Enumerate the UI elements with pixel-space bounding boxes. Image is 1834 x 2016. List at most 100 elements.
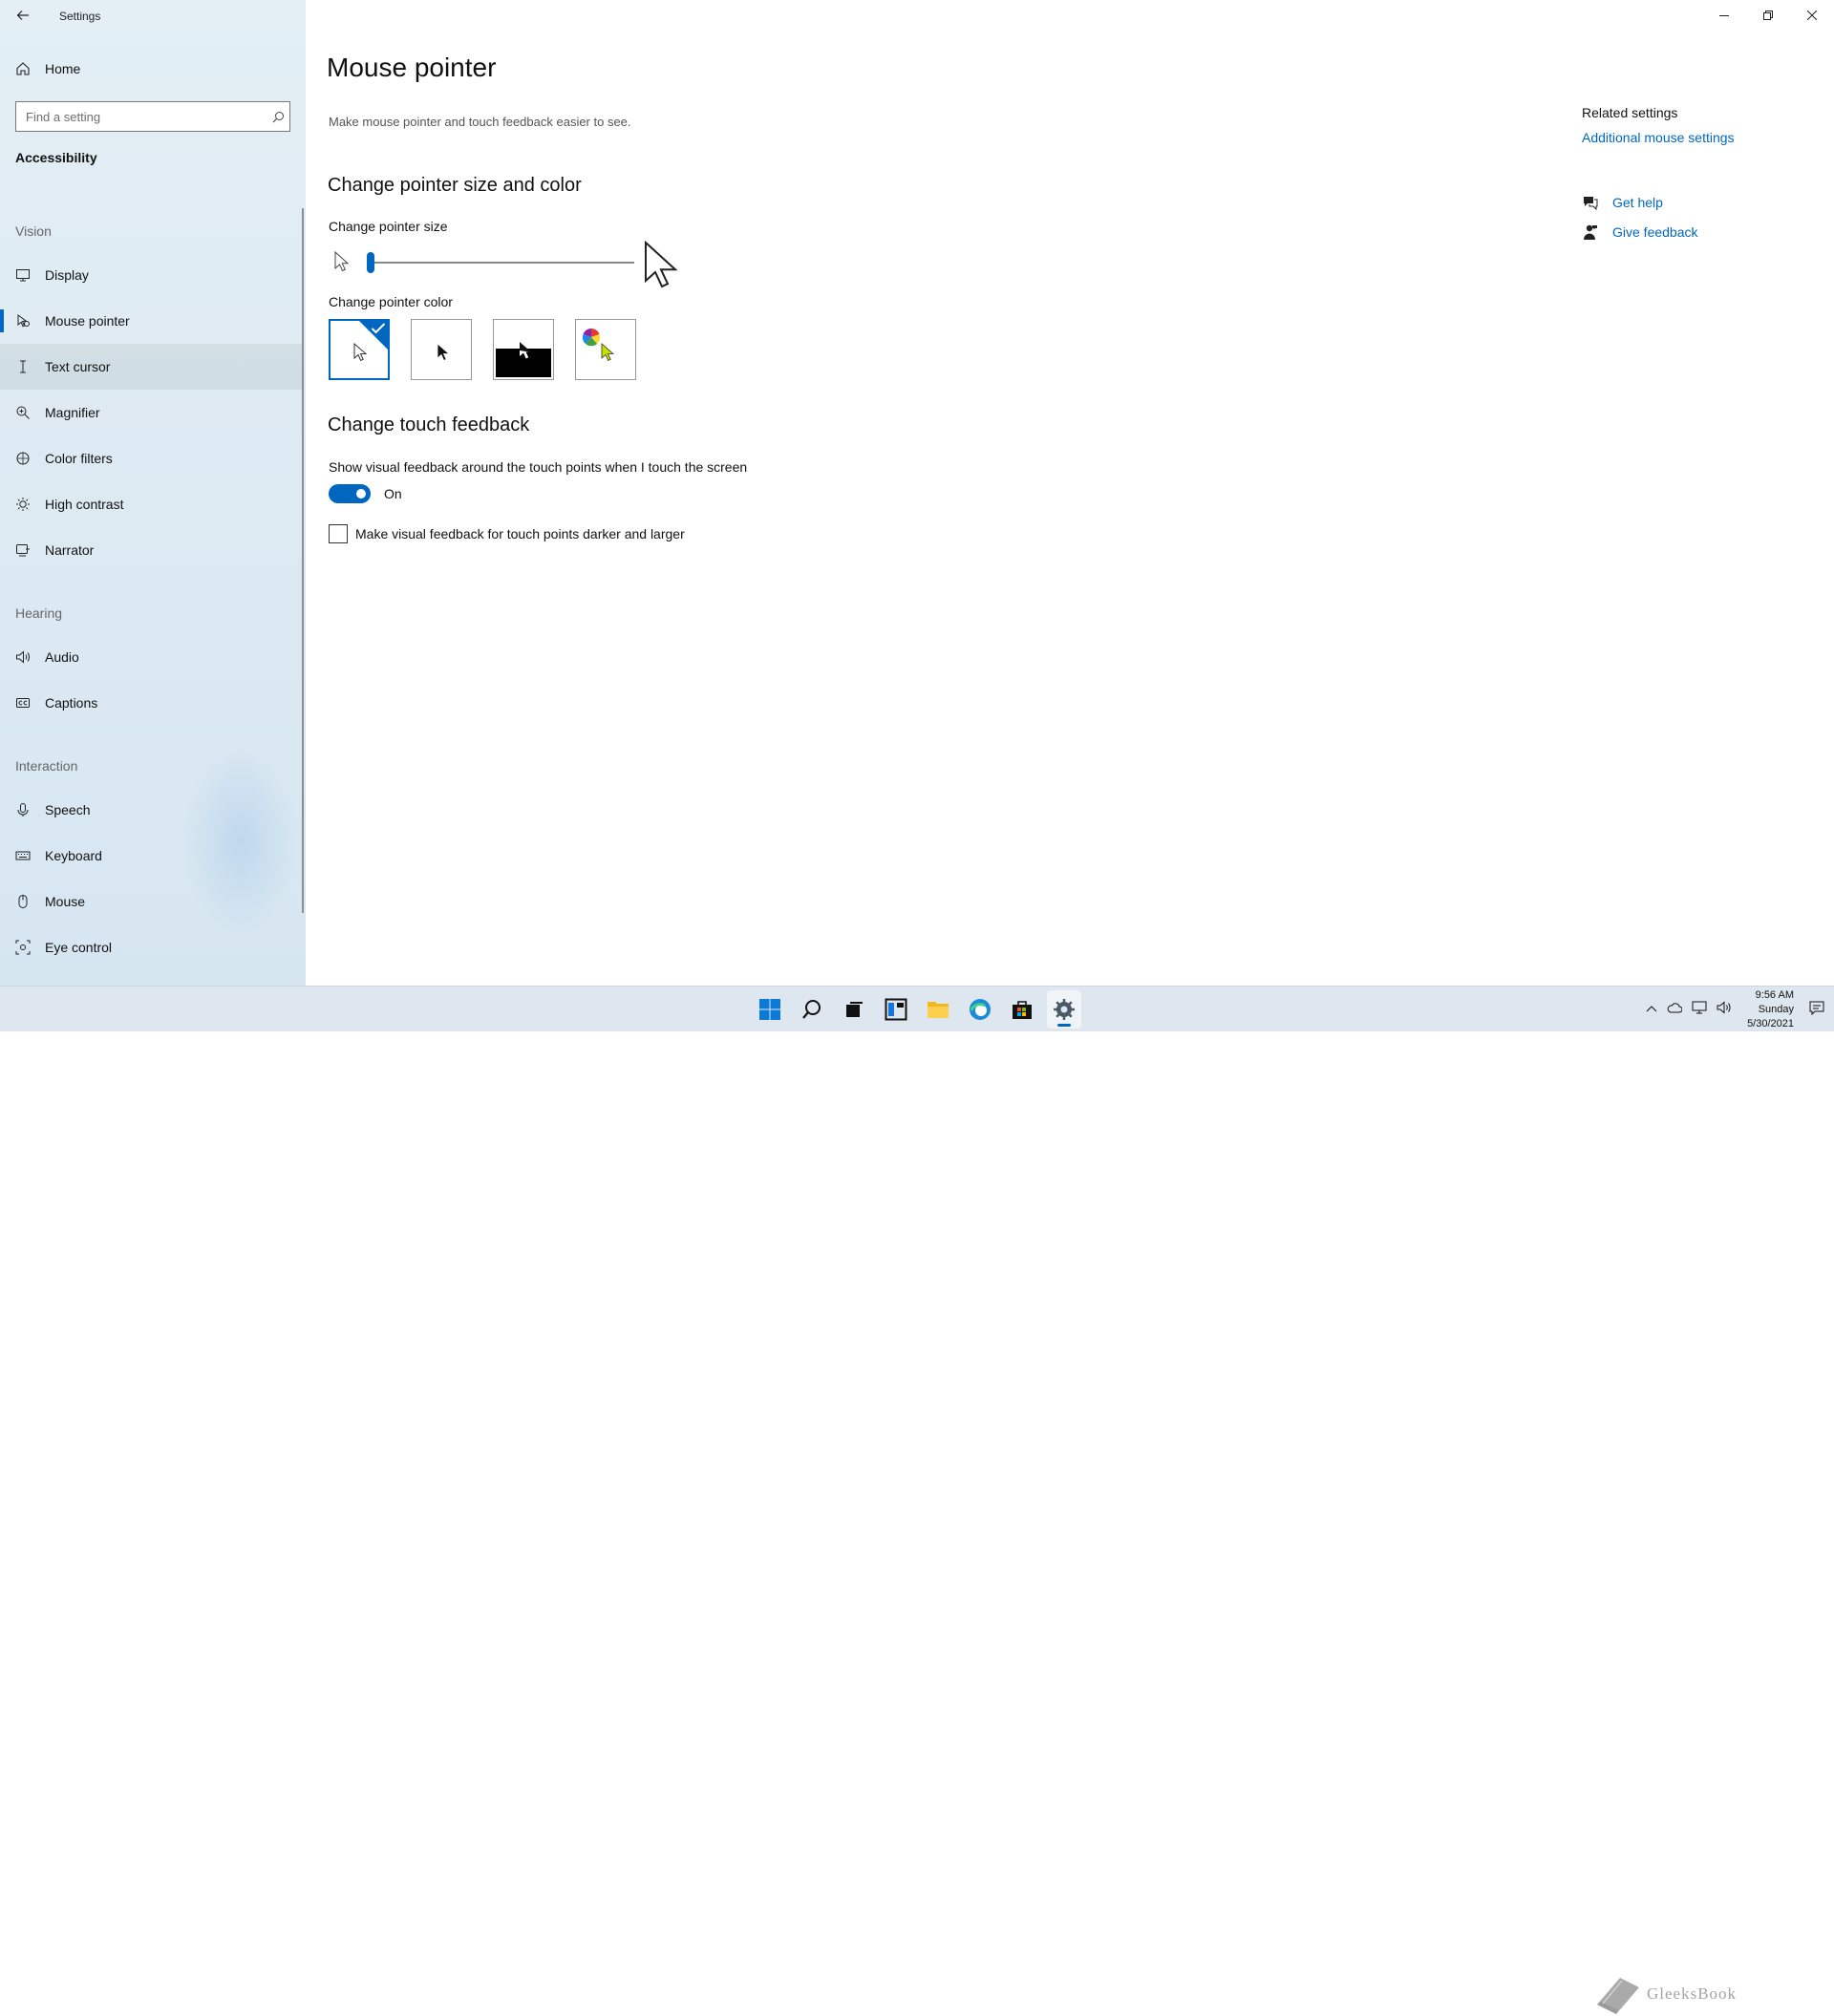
task-view-icon (846, 1002, 863, 1017)
pointer-color-options (329, 319, 636, 380)
file-explorer-button[interactable] (921, 990, 955, 1029)
settings-taskbar-button[interactable] (1047, 990, 1081, 1029)
store-button[interactable] (1005, 990, 1039, 1029)
slider-track[interactable] (367, 262, 634, 264)
close-button[interactable] (1790, 0, 1834, 31)
group-label-hearing: Hearing (15, 605, 63, 621)
widgets-icon (885, 998, 907, 1021)
sidebar-item-eye-control[interactable]: Eye control (0, 924, 304, 970)
windows-logo-icon (759, 999, 780, 1020)
search-icon (802, 1000, 821, 1019)
darker-feedback-row: Make visual feedback for touch points da… (329, 524, 685, 543)
volume-icon[interactable] (1717, 1000, 1732, 1019)
watermark-text: GleeksBook (1647, 1984, 1738, 2003)
task-view-button[interactable] (837, 990, 871, 1029)
book-logo-icon (1597, 1978, 1639, 2014)
pointer-color-label: Change pointer color (329, 294, 453, 309)
taskbar-apps (753, 987, 1081, 1032)
related-settings-title: Related settings (1582, 105, 1678, 120)
edge-button[interactable] (963, 990, 997, 1029)
black-pointer-icon (437, 343, 450, 362)
sidebar-item-label: Color filters (45, 451, 113, 466)
sidebar-item-label: Keyboard (45, 848, 102, 863)
home-icon (15, 61, 31, 76)
pointer-color-black[interactable] (411, 319, 472, 380)
sidebar-item-keyboard[interactable]: Keyboard (0, 833, 304, 879)
sidebar-item-text-cursor[interactable]: Text cursor (0, 344, 304, 390)
restore-button[interactable] (1746, 0, 1790, 31)
sidebar-item-display[interactable]: Display (0, 252, 304, 298)
start-button[interactable] (753, 990, 787, 1029)
sidebar-item-label: Home (45, 61, 81, 76)
taskbar-search-button[interactable] (795, 990, 829, 1029)
folder-icon (928, 1002, 949, 1018)
touch-feedback-toggle[interactable] (329, 484, 371, 503)
sidebar-item-captions[interactable]: Captions (0, 680, 304, 726)
color-wheel-icon (582, 329, 601, 347)
main-content: Mouse pointer Make mouse pointer and tou… (306, 0, 1834, 986)
page-description: Make mouse pointer and touch feedback ea… (329, 115, 631, 129)
keyboard-icon (15, 848, 31, 863)
darker-feedback-checkbox[interactable] (329, 524, 348, 543)
system-tray: 9:56 AM Sunday 5/30/2021 (1646, 987, 1834, 1032)
narrator-icon (15, 542, 31, 558)
sidebar-item-label: Captions (45, 695, 98, 711)
sidebar-item-speech[interactable]: Speech (0, 787, 304, 833)
search-icon[interactable] (267, 111, 289, 123)
mouse-icon (15, 894, 31, 909)
sidebar-item-high-contrast[interactable]: High contrast (0, 481, 304, 527)
pointer-color-inverted[interactable] (493, 319, 554, 380)
store-bag-icon (1013, 1001, 1032, 1019)
sidebar-item-audio[interactable]: Audio (0, 634, 304, 680)
related-settings: Related settings Additional mouse settin… (1582, 105, 1735, 145)
cloud-icon[interactable] (1667, 1001, 1683, 1018)
sidebar-item-mouse-pointer[interactable]: Mouse pointer (0, 298, 304, 344)
touch-feedback-toggle-row: On (329, 484, 402, 503)
close-icon (1807, 11, 1817, 20)
minimize-button[interactable] (1702, 0, 1746, 31)
section-heading-size-color: Change pointer size and color (328, 175, 582, 196)
back-button[interactable] (8, 0, 38, 31)
notification-icon[interactable] (1809, 1000, 1824, 1020)
search-box[interactable] (15, 101, 290, 132)
speaker-icon (15, 649, 31, 665)
pointer-color-white[interactable] (329, 319, 390, 380)
get-help-link[interactable]: Get help (1612, 195, 1663, 210)
restore-icon (1763, 11, 1773, 20)
page-title: Mouse pointer (327, 53, 497, 82)
network-icon[interactable] (1692, 1001, 1707, 1019)
additional-mouse-settings-link[interactable]: Additional mouse settings (1582, 130, 1735, 145)
give-feedback-row[interactable]: Give feedback (1582, 223, 1698, 241)
search-input[interactable] (16, 109, 267, 124)
window-controls (1702, 0, 1834, 31)
pointer-color-custom[interactable] (575, 319, 636, 380)
sidebar-item-color-filters[interactable]: Color filters (0, 435, 304, 481)
sidebar-item-narrator[interactable]: Narrator (0, 527, 304, 573)
darker-feedback-label: Make visual feedback for touch points da… (355, 526, 685, 541)
chevron-up-icon[interactable] (1646, 1001, 1657, 1018)
pointer-size-slider[interactable] (329, 241, 711, 294)
sidebar-item-label: Mouse (45, 894, 86, 909)
sidebar-scrollbar[interactable] (302, 208, 304, 913)
sidebar-item-magnifier[interactable]: Magnifier (0, 390, 304, 435)
give-feedback-link[interactable]: Give feedback (1612, 224, 1698, 240)
app-title: Settings (59, 10, 101, 23)
get-help-row[interactable]: Get help (1582, 194, 1663, 211)
clock-time: 9:56 AM (1755, 988, 1794, 1001)
minimize-icon (1719, 15, 1729, 16)
sidebar-item-label: Eye control (45, 940, 113, 955)
widgets-button[interactable] (879, 990, 913, 1029)
toggle-state-label: On (384, 486, 402, 501)
sidebar-item-label: Narrator (45, 542, 95, 558)
gear-icon (1054, 999, 1075, 1020)
sidebar-item-label: Speech (45, 802, 91, 817)
small-pointer-icon (334, 251, 350, 272)
magnifier-icon (15, 405, 31, 420)
sidebar-item-home[interactable]: Home (0, 53, 306, 84)
text-cursor-icon (15, 359, 31, 374)
clock[interactable]: 9:56 AM Sunday 5/30/2021 (1747, 988, 1794, 1031)
taskbar: 9:56 AM Sunday 5/30/2021 GleeksBook (0, 986, 1834, 2014)
sidebar-item-label: Text cursor (45, 359, 111, 374)
slider-thumb[interactable] (367, 252, 374, 273)
sidebar-item-mouse[interactable]: Mouse (0, 879, 304, 924)
